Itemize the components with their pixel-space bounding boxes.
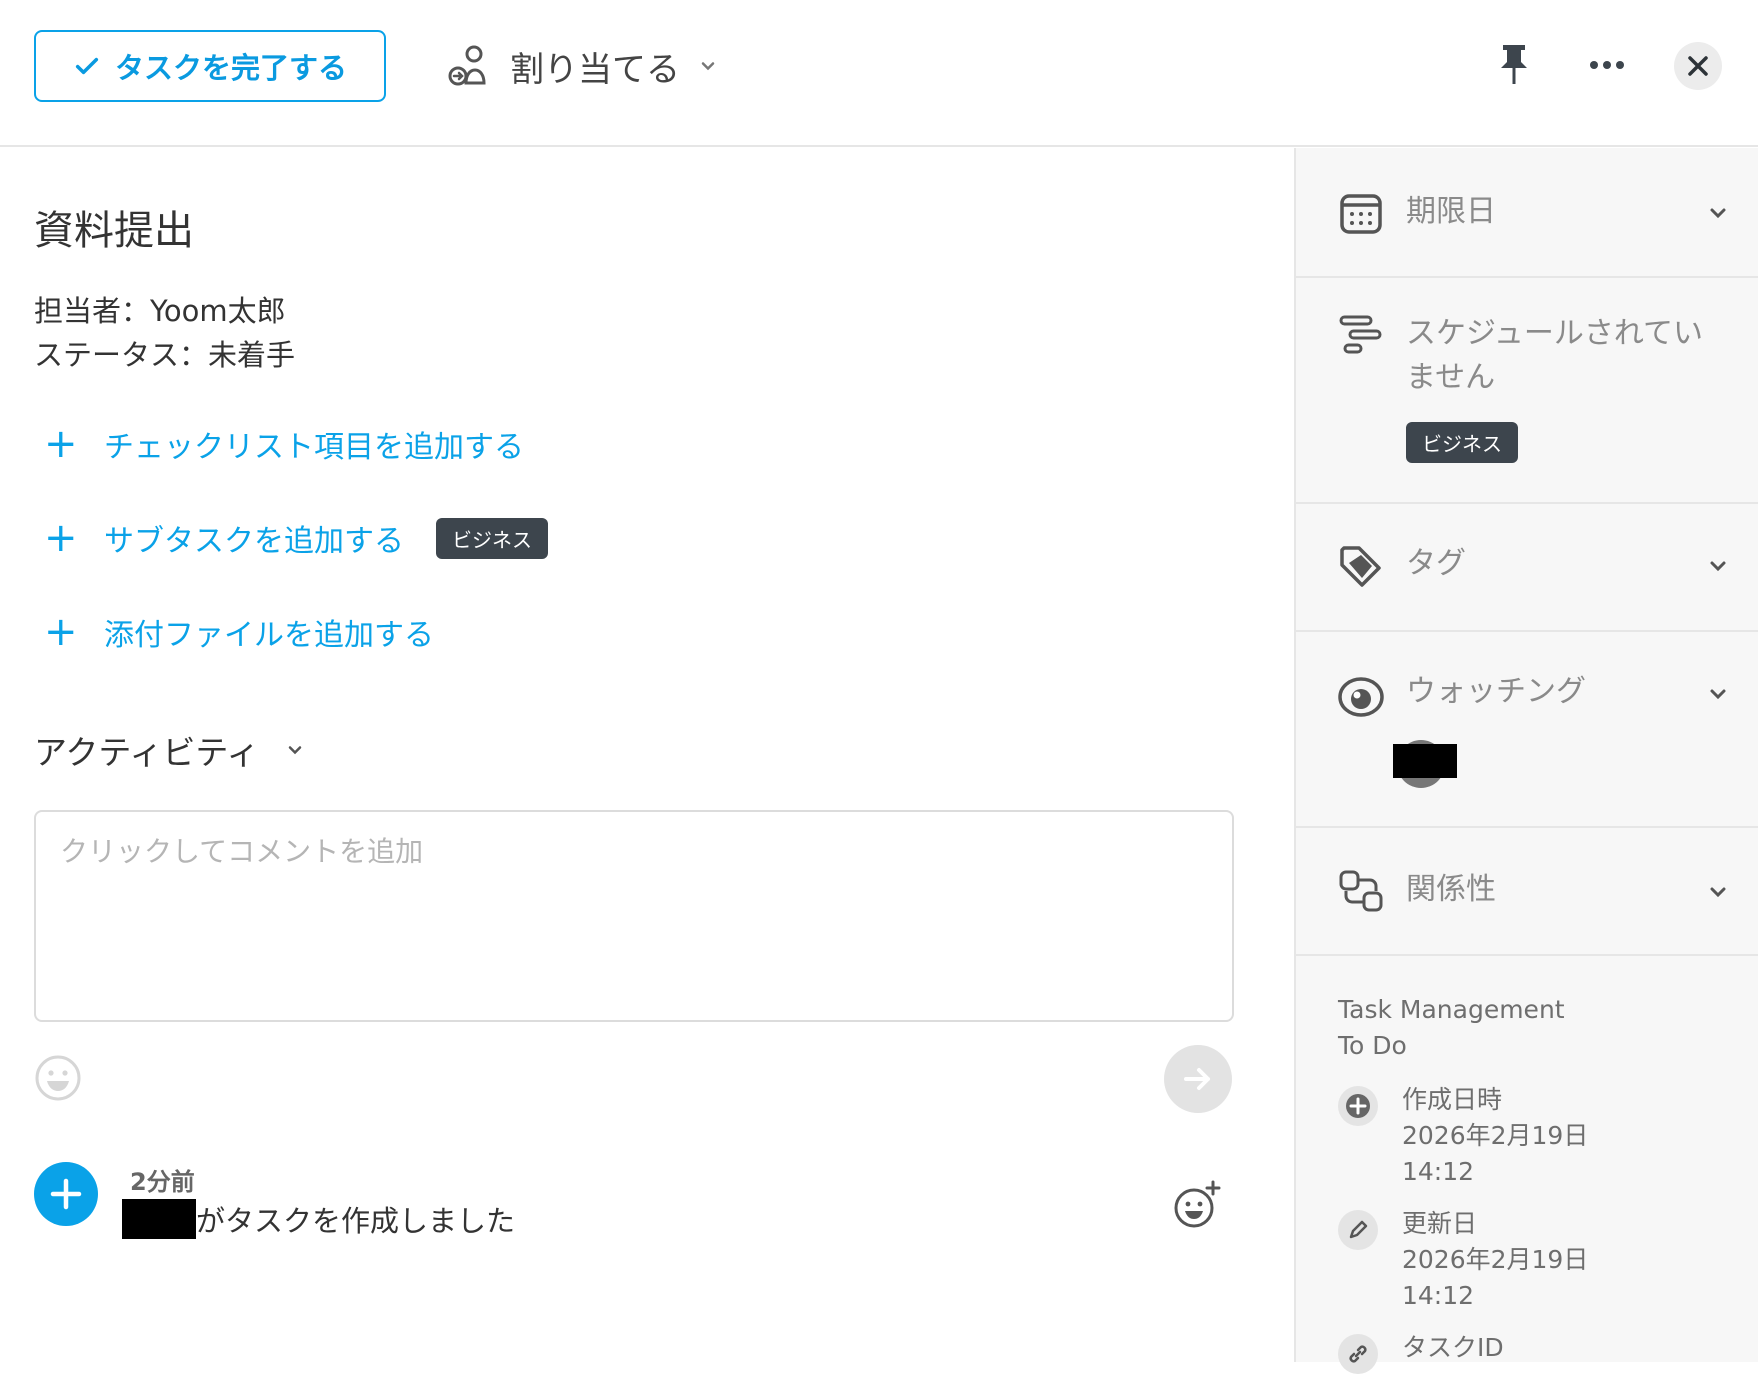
plus-icon: + (44, 609, 78, 655)
close-icon (1688, 56, 1708, 76)
task-id-icon (1338, 1334, 1378, 1374)
comment-input[interactable]: クリックしてコメントを追加 (34, 810, 1234, 1022)
due-date-section[interactable]: 期限日 (1296, 148, 1758, 278)
tag-icon (1340, 546, 1381, 587)
task-status-line: ステータス：未着手 (34, 338, 296, 372)
eye-icon (1338, 677, 1384, 717)
add-subtask-label: サブタスクを追加する (104, 524, 404, 559)
assign-button[interactable]: 割り当てる (446, 40, 736, 92)
complete-task-button[interactable]: タスクを完了する (34, 30, 386, 102)
relations-label: 関係性 (1406, 872, 1496, 907)
watching-label: ウォッチング (1406, 674, 1586, 709)
business-plan-badge: ビジネス (436, 517, 548, 559)
add-reaction-icon[interactable] (1172, 1180, 1222, 1230)
project-name[interactable]: Task Management (1338, 992, 1565, 1028)
updated-time: 14:12 (1402, 1281, 1475, 1310)
redacted-user-name (122, 1199, 196, 1239)
activity-create-icon (34, 1162, 98, 1226)
schedule-section[interactable]: スケジュールされてい ません ビジネス (1296, 278, 1758, 504)
activity-timestamp: 2分前 (130, 1168, 195, 1196)
add-subtask-button[interactable]: + サブタスクを追加する ビジネス (44, 516, 548, 560)
due-date-label: 期限日 (1406, 194, 1496, 229)
chevron-down-icon (1710, 208, 1726, 219)
check-icon (75, 57, 99, 75)
activity-title: アクティビティ (34, 733, 260, 772)
watching-section[interactable]: ウォッチング (1296, 632, 1758, 828)
arrow-right-icon (1184, 1068, 1210, 1090)
chevron-down-icon (1710, 561, 1726, 572)
relationship-icon (1339, 870, 1383, 912)
task-assignee-line: 担当者：Yoom太郎 (34, 294, 286, 328)
emoji-icon[interactable] (34, 1054, 82, 1102)
created-date: 2026年2月19日 (1402, 1121, 1589, 1150)
plus-icon (50, 1178, 82, 1210)
add-checklist-label: チェックリスト項目を追加する (104, 430, 524, 465)
chevron-down-icon (1710, 689, 1726, 700)
schedule-status-line1: スケジュールされてい (1406, 316, 1703, 351)
calendar-icon (1340, 194, 1382, 234)
watcher-avatar[interactable] (1393, 740, 1457, 788)
plus-icon: + (44, 421, 78, 467)
add-attachment-label: 添付ファイルを追加する (104, 618, 434, 653)
task-sidebar: 期限日 スケジュールされてい ません ビジネス タグ ウォッチング 関係性 Ta… (1294, 148, 1758, 1374)
comment-placeholder: クリックしてコメントを追加 (60, 835, 424, 868)
chevron-down-icon (289, 746, 302, 755)
created-label: 作成日時 (1402, 1085, 1503, 1114)
business-plan-badge: ビジネス (1406, 422, 1518, 463)
assign-label: 割り当てる (510, 49, 680, 90)
list-name[interactable]: To Do (1338, 1028, 1407, 1064)
updated-icon (1338, 1210, 1378, 1250)
assign-user-icon (448, 45, 486, 86)
pencil-icon (1349, 1220, 1368, 1239)
schedule-icon (1339, 315, 1382, 354)
plus-icon: + (44, 515, 78, 561)
task-title[interactable]: 資料提出 (34, 198, 194, 256)
chevron-down-icon (1710, 887, 1726, 898)
task-header: タスクを完了する 割り当てる (0, 0, 1758, 147)
pin-icon[interactable] (1489, 40, 1539, 90)
activity-section-toggle[interactable]: アクティビティ (34, 726, 305, 774)
chevron-down-icon (701, 62, 715, 71)
created-icon (1338, 1086, 1378, 1126)
redacted-watcher (1393, 744, 1457, 778)
created-time: 14:12 (1402, 1157, 1475, 1186)
link-icon (1349, 1345, 1367, 1363)
complete-task-label: タスクを完了する (114, 51, 347, 85)
relations-section[interactable]: 関係性 (1296, 828, 1758, 956)
add-attachment-button[interactable]: + 添付ファイルを追加する (44, 610, 434, 654)
updated-date: 2026年2月19日 (1402, 1245, 1589, 1274)
more-options-icon[interactable] (1582, 40, 1632, 90)
schedule-status-line2: ません (1406, 360, 1496, 395)
activity-entry: がタスクを作成しました (122, 1198, 515, 1240)
tags-section[interactable]: タグ (1296, 504, 1758, 632)
add-checklist-item-button[interactable]: + チェックリスト項目を追加する (44, 422, 524, 466)
send-comment-button[interactable] (1164, 1045, 1232, 1113)
updated-label: 更新日 (1402, 1209, 1478, 1238)
task-id-label[interactable]: タスクID (1402, 1330, 1504, 1366)
task-main-panel: 資料提出 担当者：Yoom太郎 ステータス：未着手 + チェックリスト項目を追加… (0, 148, 1295, 1362)
close-button[interactable] (1674, 42, 1722, 90)
activity-entry-text: がタスクを作成しました (196, 1204, 516, 1238)
tags-label: タグ (1406, 546, 1466, 581)
